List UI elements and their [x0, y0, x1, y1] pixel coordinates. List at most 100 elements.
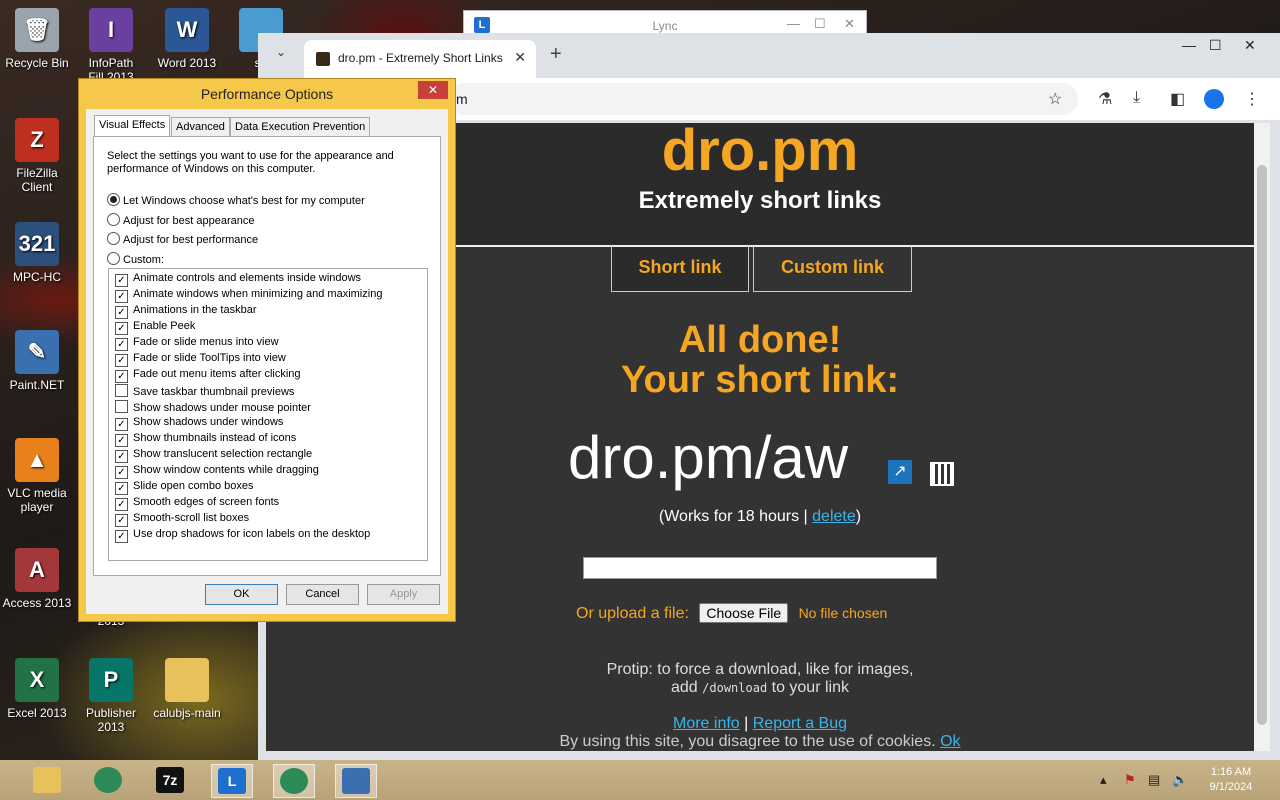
- page-scrollbar[interactable]: [1254, 123, 1270, 751]
- tab-visual-effects[interactable]: Visual Effects: [94, 115, 171, 138]
- close-window-icon[interactable]: ✕: [1244, 37, 1256, 54]
- effect-option[interactable]: ✓ Show window contents while dragging: [115, 464, 319, 479]
- taskbar-button[interactable]: [335, 764, 377, 798]
- taskbar-button[interactable]: [27, 764, 67, 796]
- checkbox[interactable]: ✓: [115, 466, 128, 479]
- minimize-icon[interactable]: —: [787, 16, 800, 31]
- tab-advanced[interactable]: Advanced: [171, 117, 230, 138]
- short-link[interactable]: dro.pm/aw: [568, 423, 848, 492]
- radio-button[interactable]: [107, 213, 120, 226]
- desktop-icon[interactable]: 🗑 Recycle Bin: [0, 8, 74, 70]
- desktop-icon[interactable]: Z FileZilla Client: [0, 118, 74, 194]
- taskbar-button[interactable]: 7z: [150, 764, 190, 796]
- checkbox[interactable]: ✓: [115, 370, 128, 383]
- taskbar-button[interactable]: L: [211, 764, 253, 798]
- effect-option[interactable]: ✓ Show thumbnails instead of icons: [115, 432, 296, 447]
- desktop-icon[interactable]: W Word 2013: [150, 8, 224, 70]
- checkbox[interactable]: ✓: [115, 498, 128, 511]
- effect-option[interactable]: ✓ Smooth edges of screen fonts: [115, 496, 279, 511]
- minimize-icon[interactable]: —: [1182, 37, 1196, 53]
- effect-option[interactable]: ✓ Slide open combo boxes: [115, 480, 253, 495]
- network-icon[interactable]: ▤: [1148, 772, 1160, 788]
- menu-kebab-icon[interactable]: ⋮: [1244, 89, 1260, 109]
- desktop-icon[interactable]: P Publisher 2013: [74, 658, 148, 734]
- taskbar-button[interactable]: [88, 764, 128, 796]
- effect-option[interactable]: ✓ Fade or slide menus into view: [115, 336, 279, 351]
- effect-option[interactable]: ✓ Animate windows when minimizing and max…: [115, 288, 382, 303]
- radio-button[interactable]: [107, 193, 120, 206]
- effect-option[interactable]: ✓ Show shadows under windows: [115, 416, 283, 431]
- radio-button[interactable]: [107, 232, 120, 245]
- volume-icon[interactable]: 🔈: [1172, 772, 1188, 788]
- effect-option[interactable]: ✓ Enable Peek: [115, 320, 195, 335]
- maximize-icon[interactable]: ☐: [1209, 37, 1222, 54]
- tab-custom-link[interactable]: Custom link: [753, 247, 912, 292]
- effect-option[interactable]: ✓ Use drop shadows for icon labels on the…: [115, 528, 370, 543]
- browser-tab[interactable]: dro.pm - Extremely Short Links ✕: [304, 40, 536, 78]
- tab-short-link[interactable]: Short link: [611, 247, 749, 292]
- radio-option[interactable]: Adjust for best performance: [107, 232, 258, 246]
- effect-option[interactable]: ✓ Animations in the taskbar: [115, 304, 257, 319]
- checkbox[interactable]: ✓: [115, 338, 128, 351]
- effect-option[interactable]: ✓ Show translucent selection rectangle: [115, 448, 312, 463]
- radio-option[interactable]: Custom:: [107, 252, 164, 266]
- desktop-icon[interactable]: X Excel 2013: [0, 658, 74, 720]
- new-tab-icon[interactable]: +: [550, 43, 562, 66]
- tab-data-execution-prevention[interactable]: Data Execution Prevention: [230, 117, 371, 138]
- desktop-icon[interactable]: calubjs-main: [150, 658, 224, 720]
- desktop-icon[interactable]: I InfoPath Fill 2013: [74, 8, 148, 84]
- checkbox[interactable]: ✓: [115, 514, 128, 527]
- bookmark-star-icon[interactable]: ☆: [1048, 89, 1062, 109]
- checkbox[interactable]: [115, 400, 128, 413]
- checkbox[interactable]: ✓: [115, 354, 128, 367]
- close-tab-icon[interactable]: ✕: [514, 49, 526, 66]
- radio-option[interactable]: Let Windows choose what's best for my co…: [107, 193, 365, 207]
- desktop-icon[interactable]: 321 MPC-HC: [0, 222, 74, 284]
- effect-option[interactable]: ✓ Animate controls and elements inside wi…: [115, 272, 361, 287]
- labs-flask-icon[interactable]: ⚗: [1098, 89, 1112, 109]
- checkbox[interactable]: ✓: [115, 306, 128, 319]
- checkbox[interactable]: [115, 384, 128, 397]
- action-center-flag-icon[interactable]: ⚑: [1124, 772, 1136, 788]
- desktop-icon[interactable]: ▲ VLC media player: [0, 438, 74, 514]
- checkbox[interactable]: ✓: [115, 274, 128, 287]
- effect-option[interactable]: Show shadows under mouse pointer: [115, 400, 311, 414]
- maximize-icon[interactable]: ☐: [814, 16, 826, 32]
- radio-option[interactable]: Adjust for best appearance: [107, 213, 254, 227]
- address-url[interactable]: m: [456, 91, 468, 107]
- choose-file-button[interactable]: Choose File: [699, 603, 789, 623]
- effect-option[interactable]: Save taskbar thumbnail previews: [115, 384, 294, 398]
- show-hidden-icons-icon[interactable]: ▴: [1100, 772, 1107, 788]
- desktop-icon[interactable]: A Access 2013: [0, 548, 74, 610]
- system-clock[interactable]: 1:16 AM 9/1/2024: [1196, 765, 1266, 795]
- report-bug-link[interactable]: Report a Bug: [753, 715, 847, 732]
- checkbox[interactable]: ✓: [115, 290, 128, 303]
- ok-button[interactable]: OK: [205, 584, 278, 605]
- checkbox[interactable]: ✓: [115, 434, 128, 447]
- side-panel-icon[interactable]: ◧: [1170, 89, 1185, 109]
- checkbox[interactable]: ✓: [115, 530, 128, 543]
- checkbox[interactable]: ✓: [115, 418, 128, 431]
- effect-option[interactable]: ✓ Fade or slide ToolTips into view: [115, 352, 286, 367]
- checkbox[interactable]: ✓: [115, 482, 128, 495]
- link-textarea[interactable]: [583, 557, 937, 579]
- close-icon[interactable]: ✕: [844, 16, 855, 32]
- tab-search-icon[interactable]: ⌄: [276, 45, 296, 65]
- dialog-close-icon[interactable]: ✕: [418, 81, 448, 99]
- cancel-button[interactable]: Cancel: [286, 584, 359, 605]
- profile-avatar-icon[interactable]: [1204, 89, 1224, 109]
- scrollbar-thumb[interactable]: [1257, 165, 1267, 725]
- download-icon[interactable]: ⤓: [1133, 89, 1140, 107]
- open-link-icon[interactable]: ↗: [888, 460, 912, 484]
- checkbox[interactable]: ✓: [115, 450, 128, 463]
- address-bar[interactable]: m ☆: [448, 83, 1078, 115]
- more-info-link[interactable]: More info: [673, 715, 740, 732]
- checkbox[interactable]: ✓: [115, 322, 128, 335]
- delete-link[interactable]: delete: [812, 508, 856, 525]
- effect-option[interactable]: ✓ Smooth-scroll list boxes: [115, 512, 249, 527]
- effect-option[interactable]: ✓ Fade out menu items after clicking: [115, 368, 301, 383]
- apply-button[interactable]: Apply: [367, 584, 440, 605]
- cookie-ok-link[interactable]: Ok: [940, 733, 960, 750]
- taskbar-button[interactable]: [273, 764, 315, 798]
- radio-button[interactable]: [107, 252, 120, 265]
